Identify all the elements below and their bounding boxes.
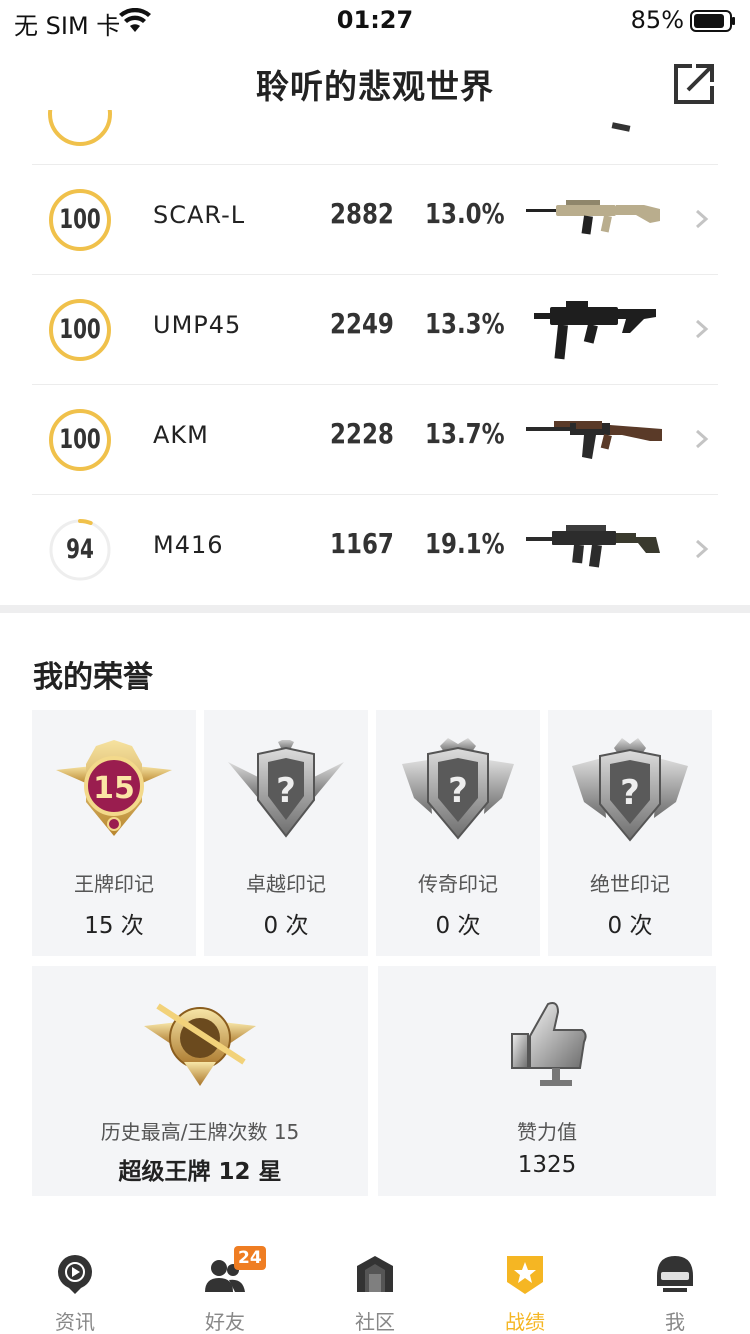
tab-me[interactable]: 我: [600, 1240, 750, 1334]
weapon-row[interactable]: 100 UMP45 2249 13.3%: [32, 274, 718, 384]
weapon-name: UMP45: [153, 311, 242, 339]
highest-rank-card[interactable]: 历史最高/王牌次数 15 超级王牌 12 星: [32, 966, 368, 1196]
likes-value: 1325: [517, 1152, 577, 1178]
m416-rifle-icon: [526, 525, 660, 568]
akm-rifle-icon: [526, 421, 662, 459]
tab-records[interactable]: 战绩: [450, 1240, 600, 1334]
legend-emblem-locked-icon: ?: [402, 738, 514, 840]
weapon-rate: 13.7%: [425, 417, 505, 450]
ace-emblem-card[interactable]: 15 王牌印记 15 次: [32, 710, 196, 956]
tab-label: 社区: [355, 1310, 395, 1334]
badge-label: 王牌印记: [74, 872, 154, 896]
likes-card[interactable]: 赞力值 1325: [378, 966, 716, 1196]
mastery-value: 100: [59, 204, 101, 235]
chevron-right-icon: [696, 209, 709, 229]
weapon-name: M416: [153, 531, 224, 559]
battery-percent: 85%: [630, 6, 684, 34]
likes-label: 赞力值: [517, 1120, 577, 1144]
badge-label: 传奇印记: [418, 872, 498, 896]
community-house-icon: [357, 1256, 393, 1292]
chevron-right-icon: [696, 429, 709, 449]
honors-title: 我的荣誉: [33, 660, 153, 695]
svg-text:?: ?: [620, 773, 640, 813]
tab-label: 我: [665, 1310, 685, 1334]
tab-community[interactable]: 社区: [300, 1240, 450, 1334]
tab-bar: 资讯 24 好友 社区 战绩 我: [0, 1240, 750, 1334]
weapon-name: SCAR-L: [153, 201, 246, 229]
weapon-name: AKM: [153, 421, 209, 449]
battery-icon: [690, 10, 735, 32]
weapon-rate: 13.3%: [425, 307, 505, 340]
tab-label: 资讯: [55, 1310, 95, 1334]
badge-count: 0 次: [607, 913, 653, 939]
badge-label: 卓越印记: [246, 872, 326, 896]
weapon-rate: 13.0%: [425, 197, 505, 230]
badge-count: 0 次: [435, 913, 481, 939]
excellence-emblem-card[interactable]: ? 卓越印记 0 次: [204, 710, 368, 956]
highest-rank-value: 超级王牌 12 星: [118, 1159, 282, 1185]
legend-emblem-card[interactable]: ? 传奇印记 0 次: [376, 710, 540, 956]
news-play-icon: [58, 1255, 92, 1294]
weapon-row[interactable]: 94 M416 1167 19.1%: [32, 494, 718, 604]
badge-count: 15 次: [84, 913, 144, 939]
section-divider: [0, 605, 750, 613]
weapon-list: 100 SCAR-L 2882 13.0% 100 UMP45 2249 13.…: [0, 110, 750, 605]
weapon-rate: 19.1%: [425, 527, 505, 560]
peerless-emblem-locked-icon: ?: [572, 738, 688, 842]
chevron-right-icon: [696, 539, 709, 559]
weapon-kills: 2249: [330, 307, 394, 340]
share-external-icon[interactable]: [672, 62, 716, 106]
tab-label: 战绩: [505, 1310, 545, 1334]
mastery-value: 100: [59, 314, 101, 345]
partial-gun-icon: [611, 122, 631, 132]
weapon-row[interactable]: 100 AKM 2228 13.7%: [32, 384, 718, 494]
chevron-right-icon: [696, 319, 709, 339]
ump45-smg-icon: [534, 301, 656, 360]
scar-l-rifle-icon: [526, 200, 660, 235]
badge-count: 0 次: [263, 913, 309, 939]
friends-badge: 24: [234, 1246, 266, 1270]
excellence-emblem-locked-icon: ?: [228, 740, 344, 838]
peerless-emblem-card[interactable]: ? 绝世印记 0 次: [548, 710, 712, 956]
partial-row: [48, 110, 112, 146]
helmet-profile-icon: [657, 1256, 693, 1292]
super-ace-badge-icon: [144, 1003, 256, 1086]
weapon-row[interactable]: 100 SCAR-L 2882 13.0%: [32, 164, 718, 274]
weapon-kills: 2882: [330, 197, 394, 230]
status-bar: 无 SIM 卡 01:27 85%: [0, 0, 750, 44]
mastery-value: 94: [66, 534, 94, 565]
tab-news[interactable]: 资讯: [0, 1240, 150, 1334]
svg-text:?: ?: [276, 771, 296, 811]
badge-label: 绝世印记: [590, 872, 670, 896]
highest-rank-label: 历史最高/王牌次数 15: [100, 1120, 300, 1144]
weapon-kills: 2228: [330, 417, 394, 450]
weapon-kills: 1167: [330, 527, 394, 560]
record-shield-icon: [507, 1256, 543, 1294]
svg-text:15: 15: [93, 771, 135, 806]
svg-text:?: ?: [448, 771, 468, 811]
thumbs-up-trophy-icon: [511, 1002, 587, 1086]
tab-label: 好友: [205, 1310, 245, 1334]
ace-emblem-icon: 15: [56, 740, 172, 836]
page-title: 聆听的悲观世界: [256, 67, 494, 106]
mastery-value: 100: [59, 424, 101, 455]
tab-friends[interactable]: 24 好友: [150, 1240, 300, 1334]
